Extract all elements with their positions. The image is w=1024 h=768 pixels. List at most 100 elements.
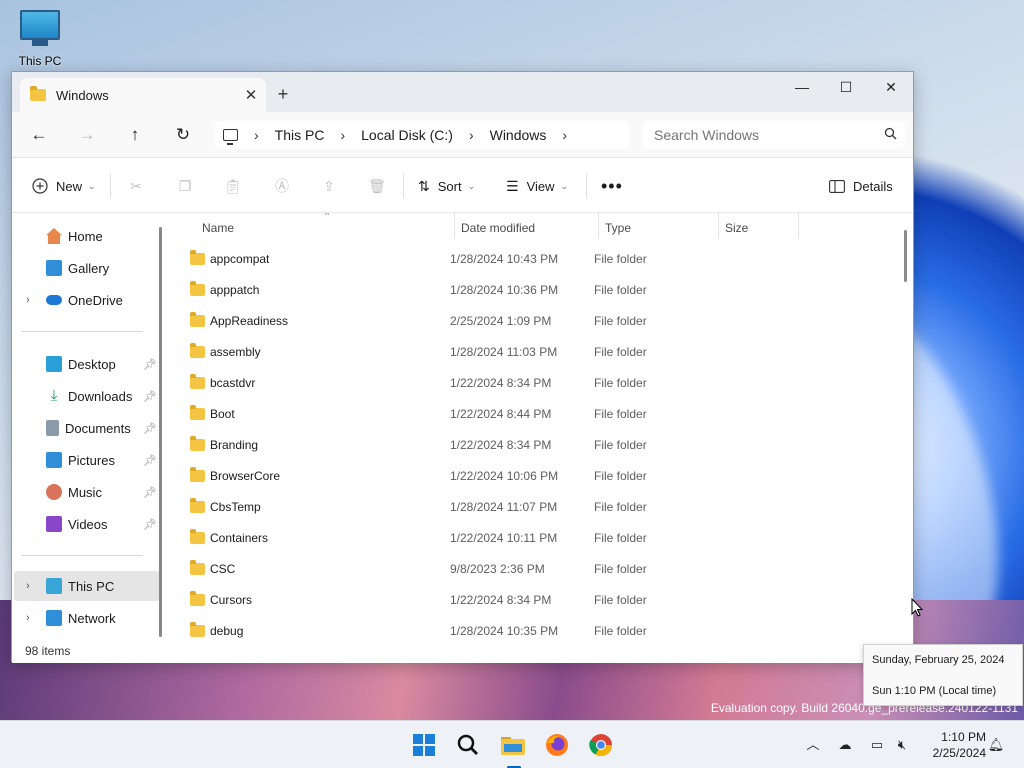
close-button[interactable]: ✕ [868,72,914,102]
share-icon[interactable]: ⇪ [318,175,340,197]
pin-icon[interactable]: 📌︎ [143,486,157,499]
breadcrumb-windows[interactable]: Windows [490,127,547,143]
nav-scrollbar[interactable] [159,227,162,637]
chevron-right-icon[interactable]: › [26,294,30,306]
cloud-offline-icon[interactable]: ☁ [835,735,855,755]
delete-icon[interactable]: 🗑︎ [366,175,388,197]
copy-icon[interactable]: ❐ [174,175,196,197]
search-taskbar-button[interactable] [452,729,484,761]
sidebar-item-gallery[interactable]: Gallery [14,253,160,283]
breadcrumb-local-disk[interactable]: Local Disk (C:) [361,127,453,143]
navigation-pane: Home Gallery › OneDrive Desktop 📌︎ ⤓ Dow… [12,213,160,639]
command-bar: New ⌄ ✂ ❐ 📋︎ Ⓐ ⇪ 🗑︎ ⇅ Sort ⌄ ☰ View ⌄ ••… [12,159,913,213]
file-row[interactable]: AppReadiness 2/25/2024 1:09 PM File folder [167,306,902,337]
sidebar-item-home[interactable]: Home [14,221,160,251]
display-icon[interactable]: ▭ [867,735,887,755]
file-type: File folder [594,252,647,266]
sidebar-item-network[interactable]: › Network [14,603,160,633]
tab-close-icon[interactable]: ✕ [236,86,266,104]
sidebar-item-this-pc[interactable]: › This PC [14,571,160,601]
breadcrumb-this-pc[interactable]: This PC [275,127,325,143]
rename-icon[interactable]: Ⓐ [271,175,293,197]
chevron-right-icon[interactable]: › [254,127,259,143]
file-row[interactable]: Cursors 1/22/2024 8:34 PM File folder [167,585,902,616]
file-type: File folder [594,438,647,452]
breadcrumb[interactable]: › This PC › Local Disk (C:) › Windows › [215,121,629,149]
chrome-taskbar-button[interactable] [585,729,617,761]
start-button[interactable] [408,729,440,761]
file-row[interactable]: assembly 1/28/2024 11:03 PM File folder [167,337,902,368]
chevron-right-icon[interactable]: › [562,127,567,143]
file-row[interactable]: CSC 9/8/2023 2:36 PM File folder [167,554,902,585]
sidebar-item-documents[interactable]: Documents 📌︎ [14,413,160,443]
tooltip-date: Sunday, February 25, 2024 [872,654,1005,666]
download-icon: ⤓ [50,387,58,404]
file-name: CbsTemp [210,500,261,514]
desktop-icon-this-pc[interactable]: This PC [14,10,66,68]
file-type: File folder [594,593,647,607]
search-icon[interactable] [875,127,905,143]
file-row[interactable]: apppatch 1/28/2024 10:36 PM File folder [167,275,902,306]
file-row[interactable]: Boot 1/22/2024 8:44 PM File folder [167,399,902,430]
more-options-icon[interactable]: ••• [601,175,623,197]
sidebar-item-videos[interactable]: Videos 📌︎ [14,509,160,539]
plus-circle-icon [32,178,48,194]
view-button[interactable]: ☰ View ⌄ [506,175,568,197]
column-header-date[interactable]: Date modified [461,221,535,235]
sidebar-item-pictures[interactable]: Pictures 📌︎ [14,445,160,475]
file-type: File folder [594,531,647,545]
speaker-muted-icon[interactable]: 🔇︎ [892,735,912,755]
new-tab-button[interactable]: + [272,84,294,106]
column-header-name[interactable]: Name [202,221,234,235]
pin-icon[interactable]: 📌︎ [143,390,157,403]
chevron-right-icon[interactable]: › [340,127,345,143]
pin-icon[interactable]: 📌︎ [143,518,157,531]
file-type: File folder [594,283,647,297]
sidebar-item-music[interactable]: Music 📌︎ [14,477,160,507]
vertical-scrollbar[interactable] [904,230,907,282]
chevron-up-icon[interactable]: ︿ [803,735,823,755]
cut-icon[interactable]: ✂ [125,175,147,197]
chevron-right-icon[interactable]: › [26,580,30,592]
file-row[interactable]: debug 1/28/2024 10:35 PM File folder [167,616,902,639]
file-type: File folder [594,345,647,359]
taskbar-clock[interactable]: 1:10 PM 2/25/2024 [916,729,986,761]
pin-icon[interactable]: 📌︎ [143,454,157,467]
tooltip-time: Sun 1:10 PM (Local time) [872,685,997,697]
refresh-button[interactable]: ↻ [169,123,197,147]
file-name: assembly [210,345,261,359]
file-row[interactable]: Branding 1/22/2024 8:34 PM File folder [167,430,902,461]
new-button[interactable]: New ⌄ [32,175,96,197]
pin-icon[interactable]: 📌︎ [143,358,157,371]
file-type: File folder [594,500,647,514]
firefox-taskbar-button[interactable] [541,729,573,761]
tab-windows[interactable]: Windows ✕ [20,78,266,112]
file-row[interactable]: CbsTemp 1/28/2024 11:07 PM File folder [167,492,902,523]
file-row[interactable]: appcompat 1/28/2024 10:43 PM File folder [167,244,902,275]
home-icon [46,228,62,244]
minimize-button[interactable]: — [779,72,825,102]
forward-button[interactable]: → [73,123,101,147]
sidebar-item-downloads[interactable]: ⤓ Downloads 📌︎ [14,381,160,411]
column-header-size[interactable]: Size [725,221,748,235]
folder-icon [190,405,205,420]
chevron-right-icon[interactable]: › [26,612,30,624]
pin-icon[interactable]: 📌︎ [143,422,157,435]
sidebar-item-onedrive[interactable]: › OneDrive [14,285,160,315]
column-header-type[interactable]: Type [605,221,631,235]
back-button[interactable]: ← [25,123,53,147]
chevron-right-icon[interactable]: › [469,127,474,143]
up-button[interactable]: ↑ [121,123,149,147]
folder-icon [190,622,205,637]
file-explorer-taskbar-button[interactable] [497,729,529,761]
sidebar-item-desktop[interactable]: Desktop 📌︎ [14,349,160,379]
file-row[interactable]: Containers 1/22/2024 10:11 PM File folder [167,523,902,554]
sort-button[interactable]: ⇅ Sort ⌄ [418,175,475,197]
details-button[interactable]: Details [829,175,893,197]
search-input[interactable] [654,127,875,143]
file-row[interactable]: BrowserCore 1/22/2024 10:06 PM File folder [167,461,902,492]
maximize-button[interactable]: ☐ [823,72,869,102]
file-row[interactable]: bcastdvr 1/22/2024 8:34 PM File folder [167,368,902,399]
notification-bell-icon[interactable]: 🔔︎ [986,735,1006,755]
paste-icon[interactable]: 📋︎ [222,175,244,197]
